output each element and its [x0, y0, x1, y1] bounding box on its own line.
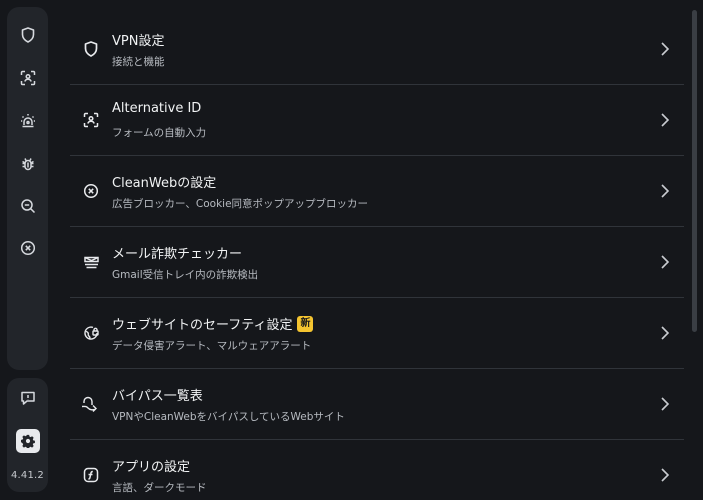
chevron-right-icon: [661, 42, 670, 56]
item-title: メール詐欺チェッカー: [112, 247, 243, 262]
face-id-icon: [80, 109, 102, 131]
app-settings-icon: [80, 464, 102, 486]
settings-item-mail-scam-checker[interactable]: メール詐欺チェッカー Gmail受信トレイ内の詐欺検出: [70, 227, 684, 298]
settings-item-bypass-list[interactable]: バイパス一覧表 VPNやCleanWebをバイパスしているWebサイト: [70, 369, 684, 440]
item-title: VPN設定: [112, 34, 165, 49]
item-subtitle: 接続と機能: [112, 56, 165, 68]
item-subtitle: VPNやCleanWebをバイパスしているWebサイト: [112, 411, 345, 423]
item-subtitle: 広告ブロッカー、Cookie同意ポップアップブロッカー: [112, 198, 369, 210]
settings-item-app-settings[interactable]: アプリの設定 言語、ダークモード: [70, 440, 684, 500]
item-title: アプリの設定: [112, 460, 191, 475]
bug-icon[interactable]: [7, 152, 48, 176]
face-scan-icon[interactable]: [7, 66, 48, 90]
gear-icon[interactable]: [16, 429, 40, 453]
bypass-icon: [80, 393, 102, 415]
shield-icon: [80, 38, 102, 60]
sidebar-footer: 4.41.2: [7, 378, 48, 492]
globe-lock-icon: [80, 322, 102, 344]
alarm-icon[interactable]: [7, 109, 48, 133]
mail-check-icon: [80, 251, 102, 273]
chevron-right-icon: [661, 397, 670, 411]
item-title: CleanWebの設定: [112, 176, 217, 191]
item-subtitle: フォームの自動入力: [112, 127, 207, 139]
version-label: 4.41.2: [10, 470, 44, 481]
new-badge: 新: [297, 315, 314, 332]
chevron-right-icon: [661, 255, 670, 269]
search-minus-icon[interactable]: [7, 194, 48, 218]
chevron-right-icon: [661, 326, 670, 340]
item-subtitle: 言語、ダークモード: [112, 482, 207, 494]
item-subtitle: データ侵害アラート、マルウェアアラート: [112, 340, 312, 352]
chevron-right-icon: [661, 184, 670, 198]
item-subtitle: Gmail受信トレイ内の詐欺検出: [112, 269, 259, 281]
settings-item-cleanweb[interactable]: CleanWebの設定 広告ブロッカー、Cookie同意ポップアップブロッカー: [70, 156, 684, 227]
item-title: ウェブサイトのセーフティ設定 新: [112, 314, 314, 333]
app-window: 4.41.2 VPN設定 接続と機能 Alternative ID フォームの自…: [0, 0, 703, 500]
settings-item-vpn[interactable]: VPN設定 接続と機能: [70, 14, 684, 85]
settings-list: VPN設定 接続と機能 Alternative ID フォームの自動入力 Cle…: [70, 14, 684, 500]
feedback-icon[interactable]: [7, 386, 48, 410]
chevron-right-icon: [661, 468, 670, 482]
chevron-right-icon: [661, 113, 670, 127]
item-title: Alternative ID: [112, 101, 202, 116]
scrollbar[interactable]: [692, 10, 697, 332]
sidebar-nav: [7, 7, 48, 370]
item-title: バイパス一覧表: [112, 389, 203, 404]
close-circle-icon[interactable]: [7, 236, 48, 260]
shield-icon[interactable]: [7, 23, 48, 47]
settings-item-website-safety[interactable]: ウェブサイトのセーフティ設定 新 データ侵害アラート、マルウェアアラート: [70, 298, 684, 369]
cleanweb-icon: [80, 180, 102, 202]
settings-item-alternative-id[interactable]: Alternative ID フォームの自動入力: [70, 85, 684, 156]
item-title-text: ウェブサイトのセーフティ設定: [112, 318, 293, 333]
